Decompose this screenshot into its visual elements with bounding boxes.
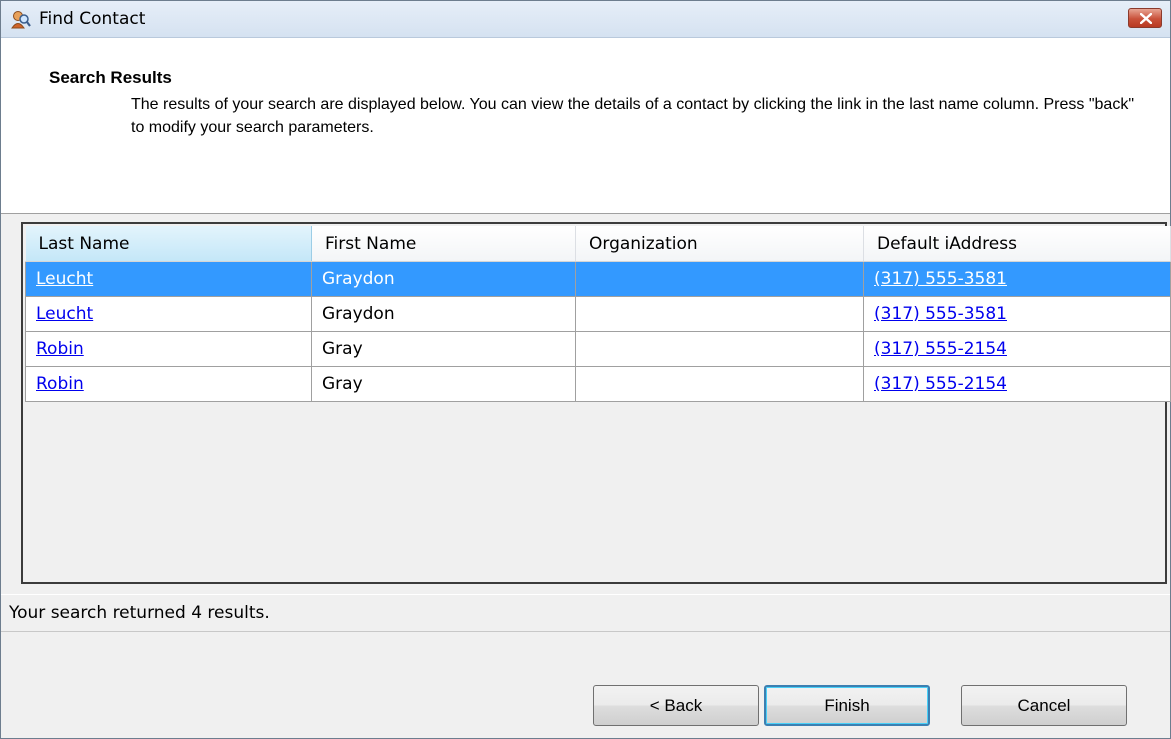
cell-first-name: Gray [311,366,576,402]
cell-iaddress: (317) 555-3581 [863,261,1171,297]
window-title: Find Contact [39,9,146,29]
last-name-link[interactable]: Robin [36,339,84,359]
iaddress-link[interactable]: (317) 555-2154 [874,374,1007,394]
close-button[interactable] [1128,8,1162,28]
table-row[interactable]: Robin Gray (317) 555-2154 [25,331,1171,367]
cell-organization [575,366,864,402]
finish-button[interactable]: Finish [764,685,930,726]
results-table: Last Name First Name Organization Defaul… [25,226,1171,402]
title-bar[interactable]: Find Contact [1,1,1170,38]
cell-first-name: Graydon [311,261,576,297]
header-panel: Search Results The results of your searc… [1,38,1170,214]
section-description: The results of your search are displayed… [131,96,1134,136]
column-header-organization[interactable]: Organization [575,226,864,262]
status-text: Your search returned 4 results. [9,603,270,623]
last-name-link[interactable]: Leucht [36,269,93,289]
column-header-last-name[interactable]: Last Name [25,226,312,262]
cell-last-name: Robin [25,331,312,367]
last-name-link[interactable]: Leucht [36,304,93,324]
iaddress-link[interactable]: (317) 555-3581 [874,304,1007,324]
cell-last-name: Leucht [25,296,312,332]
cell-last-name: Leucht [25,261,312,297]
cell-iaddress: (317) 555-2154 [863,366,1171,402]
table-row[interactable]: Leucht Graydon (317) 555-3581 [25,261,1171,297]
cell-organization [575,261,864,297]
cell-organization [575,296,864,332]
table-header-row: Last Name First Name Organization Defaul… [25,226,1171,262]
cell-first-name: Graydon [311,296,576,332]
cell-iaddress: (317) 555-2154 [863,331,1171,367]
section-title: Search Results [49,68,172,87]
find-contact-icon [11,10,31,30]
cell-organization [575,331,864,367]
last-name-link[interactable]: Robin [36,374,84,394]
iaddress-link[interactable]: (317) 555-3581 [874,269,1007,289]
cell-last-name: Robin [25,366,312,402]
cell-first-name: Gray [311,331,576,367]
column-header-default-iaddress[interactable]: Default iAddress [863,226,1171,262]
close-icon [1140,13,1152,24]
cancel-button[interactable]: Cancel [961,685,1127,726]
status-bar: Your search returned 4 results. [1,594,1170,632]
results-grid: Last Name First Name Organization Defaul… [21,222,1171,584]
cell-iaddress: (317) 555-3581 [863,296,1171,332]
iaddress-link[interactable]: (317) 555-2154 [874,339,1007,359]
column-header-first-name[interactable]: First Name [311,226,576,262]
table-row[interactable]: Leucht Graydon (317) 555-3581 [25,296,1171,332]
back-button[interactable]: < Back [593,685,759,726]
table-row[interactable]: Robin Gray (317) 555-2154 [25,366,1171,402]
find-contact-dialog: Find Contact Search Results The results … [0,0,1171,739]
